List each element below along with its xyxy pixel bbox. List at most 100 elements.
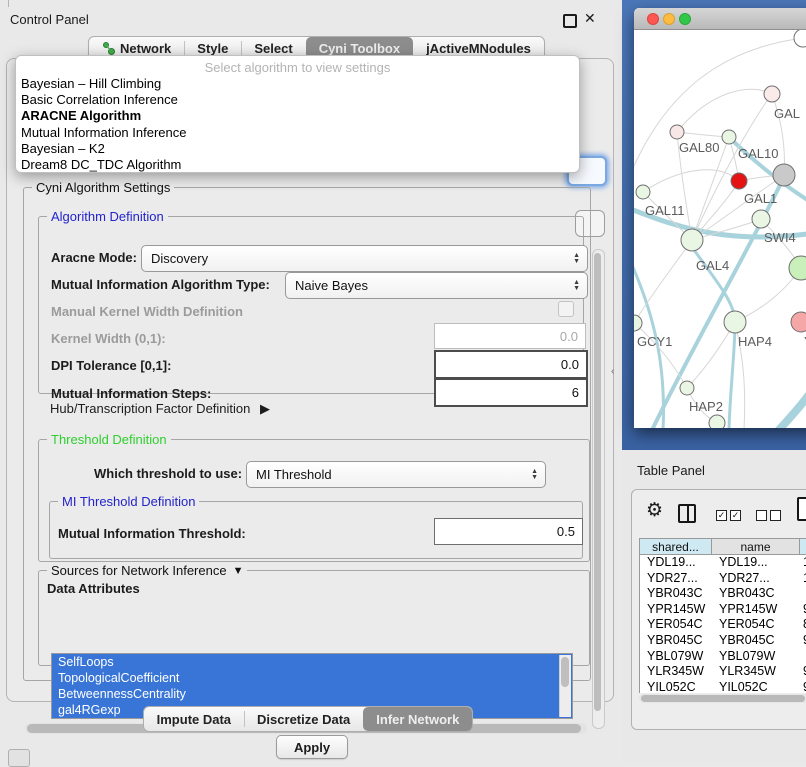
column-header[interactable]: name <box>712 539 800 554</box>
network-node[interactable] <box>681 229 703 251</box>
splitter-collapse-icon[interactable]: ‹ <box>611 366 614 377</box>
file-icon[interactable] <box>797 497 806 521</box>
network-node[interactable] <box>791 312 806 332</box>
network-canvas[interactable]: GALGAL80GAL10GAL1GAL11SWI4GAL4GCY1HAP4YH… <box>634 30 806 428</box>
node-label: GAL80 <box>679 140 719 155</box>
combo-spinner-icon: ▲▼ <box>531 469 538 481</box>
table-cell: YLR345W <box>712 664 800 680</box>
table-cell: YDL19... <box>712 555 800 571</box>
network-node[interactable] <box>764 86 780 102</box>
table-row[interactable]: YDL19...YDL19...13 <box>640 555 806 571</box>
network-node[interactable] <box>789 256 806 280</box>
network-node[interactable] <box>722 130 736 144</box>
close-traffic-light-icon[interactable] <box>647 13 659 25</box>
cyni-algorithm-settings-group: Cyni Algorithm Settings Algorithm Defini… <box>23 187 591 681</box>
algorithm-dropdown-popup: Select algorithm to view settings Bayesi… <box>15 55 580 173</box>
table-cell: 12 <box>800 571 806 587</box>
table-cell: 8. <box>800 617 806 633</box>
checked-checkbox-icon[interactable]: ✓ <box>716 510 727 521</box>
settings-vertical-scrollbar[interactable] <box>592 249 605 729</box>
table-cell: 9. <box>800 664 806 680</box>
dpi-tolerance-label: DPI Tolerance [0,1]: <box>51 358 171 373</box>
algorithm-menu-item[interactable]: Bayesian – K2 <box>16 141 579 157</box>
collapse-down-icon[interactable]: ▼ <box>233 565 244 577</box>
mi-algorithm-type-combobox[interactable]: Naive Bayes ▲▼ <box>285 272 588 299</box>
gear-icon[interactable]: ⚙ <box>646 499 663 522</box>
table-row[interactable]: YDR27...YDR27...12 <box>640 571 806 587</box>
mi-threshold-field[interactable]: 0.5 <box>434 518 583 545</box>
network-node[interactable] <box>709 415 725 428</box>
unchecked-checkbox-icon[interactable] <box>756 510 767 521</box>
table-row[interactable]: YER054CYER054C8. <box>640 617 806 633</box>
group-title: Threshold Definition <box>47 432 171 447</box>
float-window-icon[interactable] <box>563 14 577 28</box>
group-title[interactable]: Sources for Network Inference ▼ <box>47 563 247 578</box>
table-cell: YBR045C <box>640 633 712 649</box>
scrollbar-thumb[interactable] <box>594 253 601 711</box>
aracne-mode-combobox[interactable]: Discovery ▲▼ <box>141 245 588 272</box>
zoom-traffic-light-icon[interactable] <box>679 13 691 25</box>
table-cell: YIL052C <box>640 680 712 693</box>
node-label: GAL <box>774 106 800 121</box>
hub-definition-expander[interactable]: Hub/Transcription Factor Definition ▶ <box>50 401 270 417</box>
tab-discretize-data[interactable]: Discretize Data <box>244 707 363 731</box>
scrollbar-thumb[interactable] <box>561 657 569 687</box>
minimize-traffic-light-icon[interactable] <box>663 13 675 25</box>
table-row[interactable]: YBL079WYBL079W <box>640 649 806 665</box>
algorithm-menu-item[interactable]: Dream8 DC_TDC Algorithm <box>16 157 579 173</box>
node-label: GAL11 <box>645 203 685 218</box>
table-row[interactable]: YBR043CYBR043C <box>640 586 806 602</box>
combo-spinner-icon: ▲▼ <box>573 280 580 292</box>
which-threshold-combobox[interactable]: MI Threshold ▲▼ <box>246 461 546 488</box>
network-node[interactable] <box>794 30 806 47</box>
algorithm-menu-item[interactable]: Mutual Information Inference <box>16 125 579 141</box>
tab-impute-data[interactable]: Impute Data <box>144 707 244 731</box>
manual-kernel-width-checkbox[interactable] <box>558 301 574 317</box>
network-node[interactable] <box>731 173 747 189</box>
column-header[interactable]: shared... <box>640 539 712 554</box>
apply-button[interactable]: Apply <box>276 735 348 759</box>
window-titlebar[interactable] <box>634 8 806 30</box>
column-header[interactable]: A <box>800 539 806 554</box>
network-node[interactable] <box>773 164 795 186</box>
network-node[interactable] <box>680 381 694 395</box>
network-node[interactable] <box>752 210 770 228</box>
which-threshold-label: Which threshold to use: <box>94 466 242 481</box>
network-edge <box>735 268 801 322</box>
node-table-container: ⚙ ✓ ✓ shared...nameA YDL19...YDL19...13Y… <box>631 489 806 730</box>
table-row[interactable]: YPR145WYPR145W9. <box>640 602 806 618</box>
close-icon[interactable]: ✕ <box>584 10 596 27</box>
table-horizontal-scrollbar[interactable] <box>639 694 806 703</box>
network-node[interactable] <box>670 125 684 139</box>
table-cell: YIL052C <box>712 680 800 693</box>
mi-steps-field[interactable]: 6 <box>434 378 588 407</box>
scrollbar-thumb[interactable] <box>641 695 805 702</box>
kernel-width-field[interactable]: 0.0 <box>434 323 586 349</box>
dpi-tolerance-field[interactable]: 0.0 <box>434 350 588 379</box>
algorithm-menu-item[interactable]: Bayesian – Hill Climbing <box>16 76 579 92</box>
table-cell: 9. <box>800 680 806 693</box>
attribute-list-item[interactable]: BetweennessCentrality <box>52 686 572 702</box>
algorithm-menu-item[interactable]: Basic Correlation Inference <box>16 92 579 108</box>
network-edge-strong <box>754 380 806 428</box>
network-node[interactable] <box>636 185 650 199</box>
attribute-list-item[interactable]: SelfLoops <box>52 654 572 670</box>
table-cell: YDL19... <box>640 555 712 571</box>
expand-right-icon[interactable]: ▶ <box>260 401 270 416</box>
checked-checkbox-icon[interactable]: ✓ <box>730 510 741 521</box>
unchecked-checkbox-icon[interactable] <box>770 510 781 521</box>
table-row[interactable]: YIL052CYIL052C9. <box>640 680 806 693</box>
tab-infer-network[interactable]: Infer Network <box>363 707 472 731</box>
collapsed-panel-button[interactable] <box>8 749 30 767</box>
table-cell: YBR043C <box>640 586 712 602</box>
table-row[interactable]: YLR345WYLR345W9. <box>640 664 806 680</box>
columns-icon[interactable] <box>678 504 696 523</box>
table-cell: YDR27... <box>712 571 800 587</box>
attribute-list-item[interactable]: TopologicalCoefficient <box>52 670 572 686</box>
algorithm-menu-item[interactable]: ARACNE Algorithm <box>16 108 579 124</box>
list-vertical-scrollbar[interactable] <box>559 655 571 717</box>
tab-notch <box>8 0 9 7</box>
node-label: HAP4 <box>738 334 772 349</box>
table-row[interactable]: YBR045CYBR045C9. <box>640 633 806 649</box>
network-node[interactable] <box>724 311 746 333</box>
